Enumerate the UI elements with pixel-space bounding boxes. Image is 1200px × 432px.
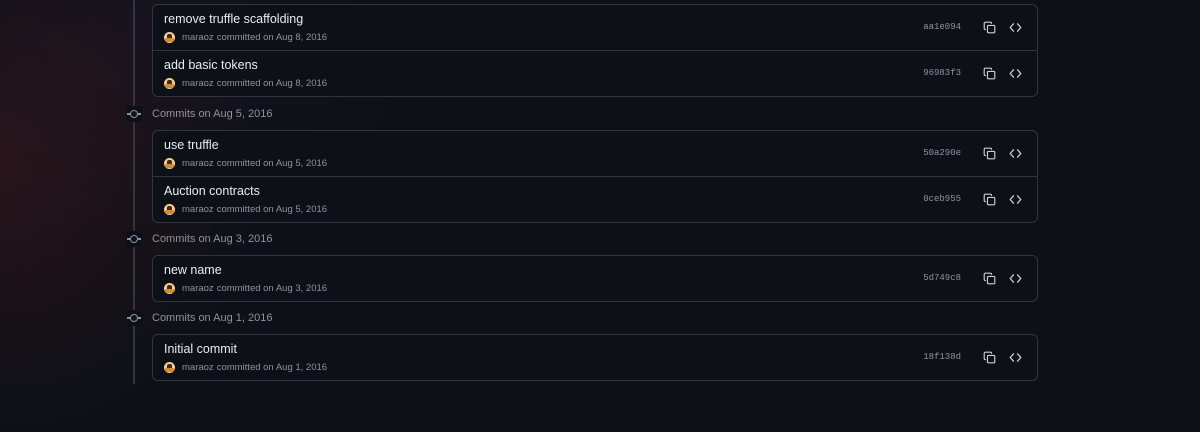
copy-icon[interactable] xyxy=(981,191,997,207)
commit-title-link[interactable]: remove truffle scaffolding xyxy=(164,12,303,26)
commit-sha-link[interactable]: aa1e094 xyxy=(923,22,961,32)
commit-row[interactable]: remove truffle scaffolding maraoz commit… xyxy=(153,5,1037,50)
code-icon[interactable] xyxy=(1007,349,1023,365)
git-commit-icon xyxy=(126,231,142,247)
commit-group-box: new name maraoz committed on Aug 3, 2016… xyxy=(152,255,1038,302)
commit-title-link[interactable]: use truffle xyxy=(164,138,219,152)
commit-row[interactable]: Auction contracts maraoz committed on Au… xyxy=(153,176,1037,222)
author-link[interactable]: maraoz xyxy=(182,158,214,169)
avatar[interactable] xyxy=(164,158,175,169)
avatar[interactable] xyxy=(164,32,175,43)
commit-actions: 50a290e xyxy=(923,145,1023,161)
code-icon[interactable] xyxy=(1007,65,1023,81)
code-icon[interactable] xyxy=(1007,191,1023,207)
commit-row[interactable]: Initial commit maraoz committed on Aug 1… xyxy=(153,335,1037,380)
commit-sha-link[interactable]: 5d749c8 xyxy=(923,273,961,283)
commit-sha-link[interactable]: 96983f3 xyxy=(923,68,961,78)
avatar[interactable] xyxy=(164,283,175,294)
commit-row[interactable]: add basic tokens maraoz committed on Aug… xyxy=(153,50,1037,96)
commit-date: committed on Aug 8, 2016 xyxy=(216,78,328,89)
commit-date: committed on Aug 1, 2016 xyxy=(216,362,328,373)
commit-group-date: Commits on Aug 3, 2016 xyxy=(152,233,273,245)
timeline-line xyxy=(133,0,135,384)
commit-meta: maraoz committed on Aug 3, 2016 xyxy=(164,283,327,294)
commit-group-header: Commits on Aug 1, 2016 xyxy=(126,310,272,326)
author-link[interactable]: maraoz xyxy=(182,78,214,89)
code-icon[interactable] xyxy=(1007,145,1023,161)
commit-date: committed on Aug 8, 2016 xyxy=(216,32,328,43)
author-link[interactable]: maraoz xyxy=(182,283,214,294)
commit-meta: maraoz committed on Aug 5, 2016 xyxy=(164,204,327,215)
avatar[interactable] xyxy=(164,204,175,215)
commit-group-date: Commits on Aug 5, 2016 xyxy=(152,108,273,120)
commit-actions: 96983f3 xyxy=(923,65,1023,81)
commit-actions: aa1e094 xyxy=(923,19,1023,35)
commit-title-link[interactable]: new name xyxy=(164,263,222,277)
commit-date: committed on Aug 5, 2016 xyxy=(216,204,328,215)
commit-row[interactable]: use truffle maraoz committed on Aug 5, 2… xyxy=(153,131,1037,176)
commit-group-box: Initial commit maraoz committed on Aug 1… xyxy=(152,334,1038,381)
commit-title-link[interactable]: add basic tokens xyxy=(164,58,258,72)
commit-group-header: Commits on Aug 5, 2016 xyxy=(126,106,272,122)
commit-sha-link[interactable]: 18f138d xyxy=(923,352,961,362)
copy-icon[interactable] xyxy=(981,19,997,35)
commit-actions: 5d749c8 xyxy=(923,270,1023,286)
commit-date: committed on Aug 3, 2016 xyxy=(216,283,328,294)
copy-icon[interactable] xyxy=(981,349,997,365)
copy-icon[interactable] xyxy=(981,145,997,161)
commit-sha-link[interactable]: 0ceb955 xyxy=(923,194,961,204)
commit-actions: 18f138d xyxy=(923,349,1023,365)
commit-title-link[interactable]: Initial commit xyxy=(164,342,237,356)
copy-icon[interactable] xyxy=(981,65,997,81)
commit-date: committed on Aug 5, 2016 xyxy=(216,158,328,169)
avatar[interactable] xyxy=(164,362,175,373)
code-icon[interactable] xyxy=(1007,270,1023,286)
commit-actions: 0ceb955 xyxy=(923,191,1023,207)
commit-group-date: Commits on Aug 1, 2016 xyxy=(152,312,273,324)
commit-meta: maraoz committed on Aug 5, 2016 xyxy=(164,158,327,169)
copy-icon[interactable] xyxy=(981,270,997,286)
commit-sha-link[interactable]: 50a290e xyxy=(923,148,961,158)
commit-group-box: remove truffle scaffolding maraoz commit… xyxy=(152,4,1038,97)
avatar[interactable] xyxy=(164,78,175,89)
commit-group-header: Commits on Aug 3, 2016 xyxy=(126,231,272,247)
commit-title-link[interactable]: Auction contracts xyxy=(164,184,260,198)
code-icon[interactable] xyxy=(1007,19,1023,35)
git-commit-icon xyxy=(126,106,142,122)
commit-meta: maraoz committed on Aug 1, 2016 xyxy=(164,362,327,373)
git-commit-icon xyxy=(126,310,142,326)
commit-group-box: use truffle maraoz committed on Aug 5, 2… xyxy=(152,130,1038,223)
author-link[interactable]: maraoz xyxy=(182,362,214,373)
author-link[interactable]: maraoz xyxy=(182,32,214,43)
commit-row[interactable]: new name maraoz committed on Aug 3, 2016… xyxy=(153,256,1037,301)
commit-meta: maraoz committed on Aug 8, 2016 xyxy=(164,78,327,89)
author-link[interactable]: maraoz xyxy=(182,204,214,215)
commit-meta: maraoz committed on Aug 8, 2016 xyxy=(164,32,327,43)
